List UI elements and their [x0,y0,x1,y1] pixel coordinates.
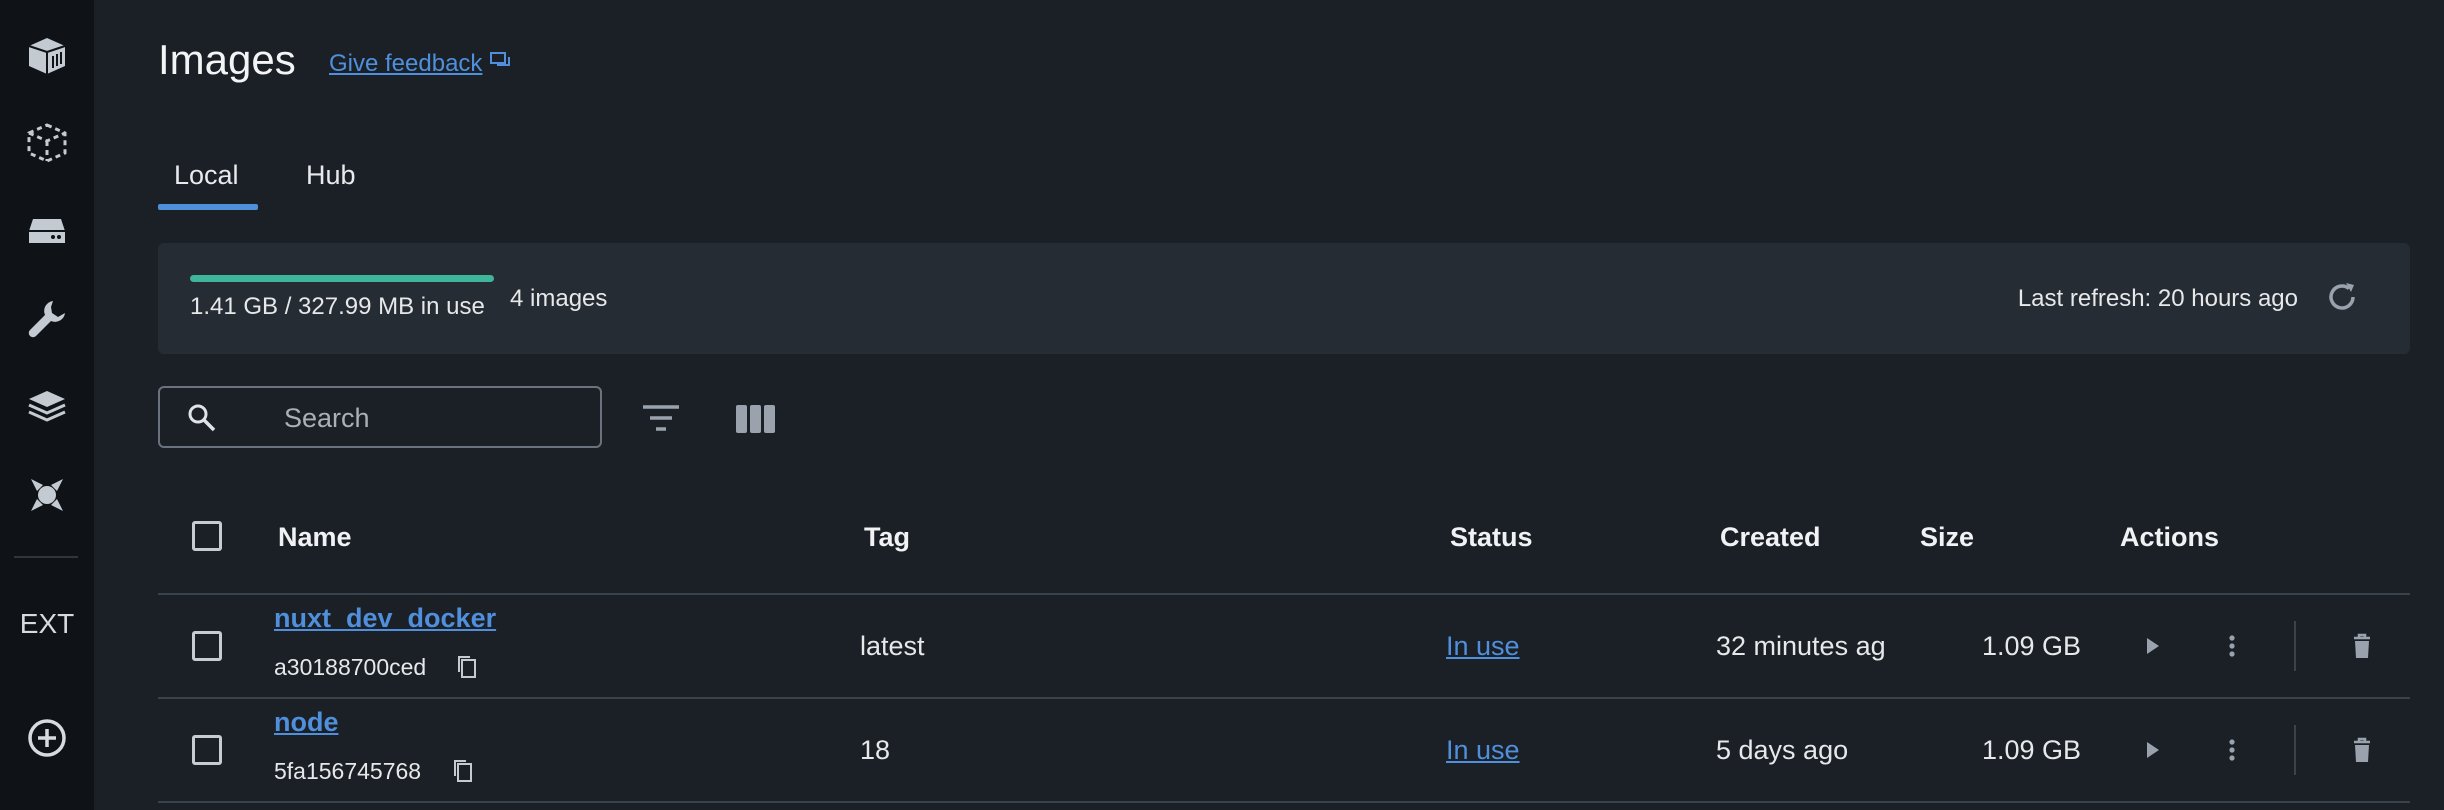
header-created[interactable]: Created [1720,522,1821,553]
build-tools-icon[interactable] [22,294,72,344]
search-input[interactable] [282,388,586,448]
run-icon[interactable] [2133,730,2173,770]
header-tag[interactable]: Tag [864,522,910,553]
header-actions: Actions [2120,522,2220,552]
row-divider [158,801,2410,803]
image-id: 5fa156745768 [274,758,422,784]
tab-local[interactable]: Local [174,160,239,191]
delete-icon[interactable] [2342,626,2382,666]
search-box[interactable] [158,386,602,448]
select-all-checkbox[interactable] [192,521,222,551]
sidebar-divider [14,556,78,558]
more-options-icon[interactable] [2212,730,2252,770]
disk-usage-text: 1.41 GB / 327.99 MB in use [190,293,485,320]
disk-usage-panel: 1.41 GB / 327.99 MB in use 4 images Last… [158,243,2410,354]
add-circle-icon[interactable] [22,713,72,763]
image-id: a30188700ced [274,654,427,680]
containers-icon[interactable] [22,31,72,81]
row-divider [158,697,2410,699]
header-name[interactable]: Name [278,522,352,553]
copy-icon[interactable] [452,758,474,789]
actions-divider [2294,621,2296,671]
run-icon[interactable] [2133,626,2173,666]
image-size: 1.09 GB [1982,631,2082,661]
tab-hub[interactable]: Hub [306,160,356,191]
header-status[interactable]: Status [1450,522,1533,553]
volumes-icon[interactable] [22,206,72,256]
feedback-icon[interactable] [490,50,512,78]
copy-icon[interactable] [456,654,478,685]
refresh-icon[interactable] [2322,277,2362,317]
filter-icon[interactable] [641,401,681,440]
active-tab-indicator [158,204,258,210]
header-size[interactable]: Size [1920,522,1974,553]
sidebar: EXT [0,0,94,810]
give-feedback-label[interactable]: Give feedback [329,50,482,78]
row-checkbox[interactable] [192,735,222,765]
give-feedback-link[interactable]: Give feedback [329,50,512,78]
dev-environments-icon[interactable] [22,118,72,168]
page-title: Images [158,36,296,83]
status-link[interactable]: In use [1446,631,1520,662]
images-layers-icon[interactable] [22,382,72,432]
image-size: 1.09 GB [1982,735,2082,765]
status-link[interactable]: In use [1446,735,1520,766]
disk-usage-bar-fill [190,275,494,282]
image-name-link[interactable]: nuxt_dev_docker [274,603,496,634]
extensions-icon[interactable] [22,470,72,520]
image-tag: latest [860,631,925,661]
ext-label[interactable]: EXT [0,608,94,640]
columns-icon[interactable] [735,404,777,439]
row-checkbox[interactable] [192,631,222,661]
header-divider [158,593,2410,595]
created-time: 5 days ago [1716,735,1849,765]
last-refresh-text: Last refresh: 20 hours ago [2017,285,2298,312]
delete-icon[interactable] [2342,730,2382,770]
search-icon [186,402,218,439]
image-tag: 18 [860,735,891,765]
disk-usage-bar [190,275,494,282]
image-count: 4 images [510,285,608,312]
image-name-link[interactable]: node [274,707,339,738]
created-time: 32 minutes ag [1716,631,1886,661]
more-options-icon[interactable] [2212,626,2252,666]
actions-divider [2294,725,2296,775]
